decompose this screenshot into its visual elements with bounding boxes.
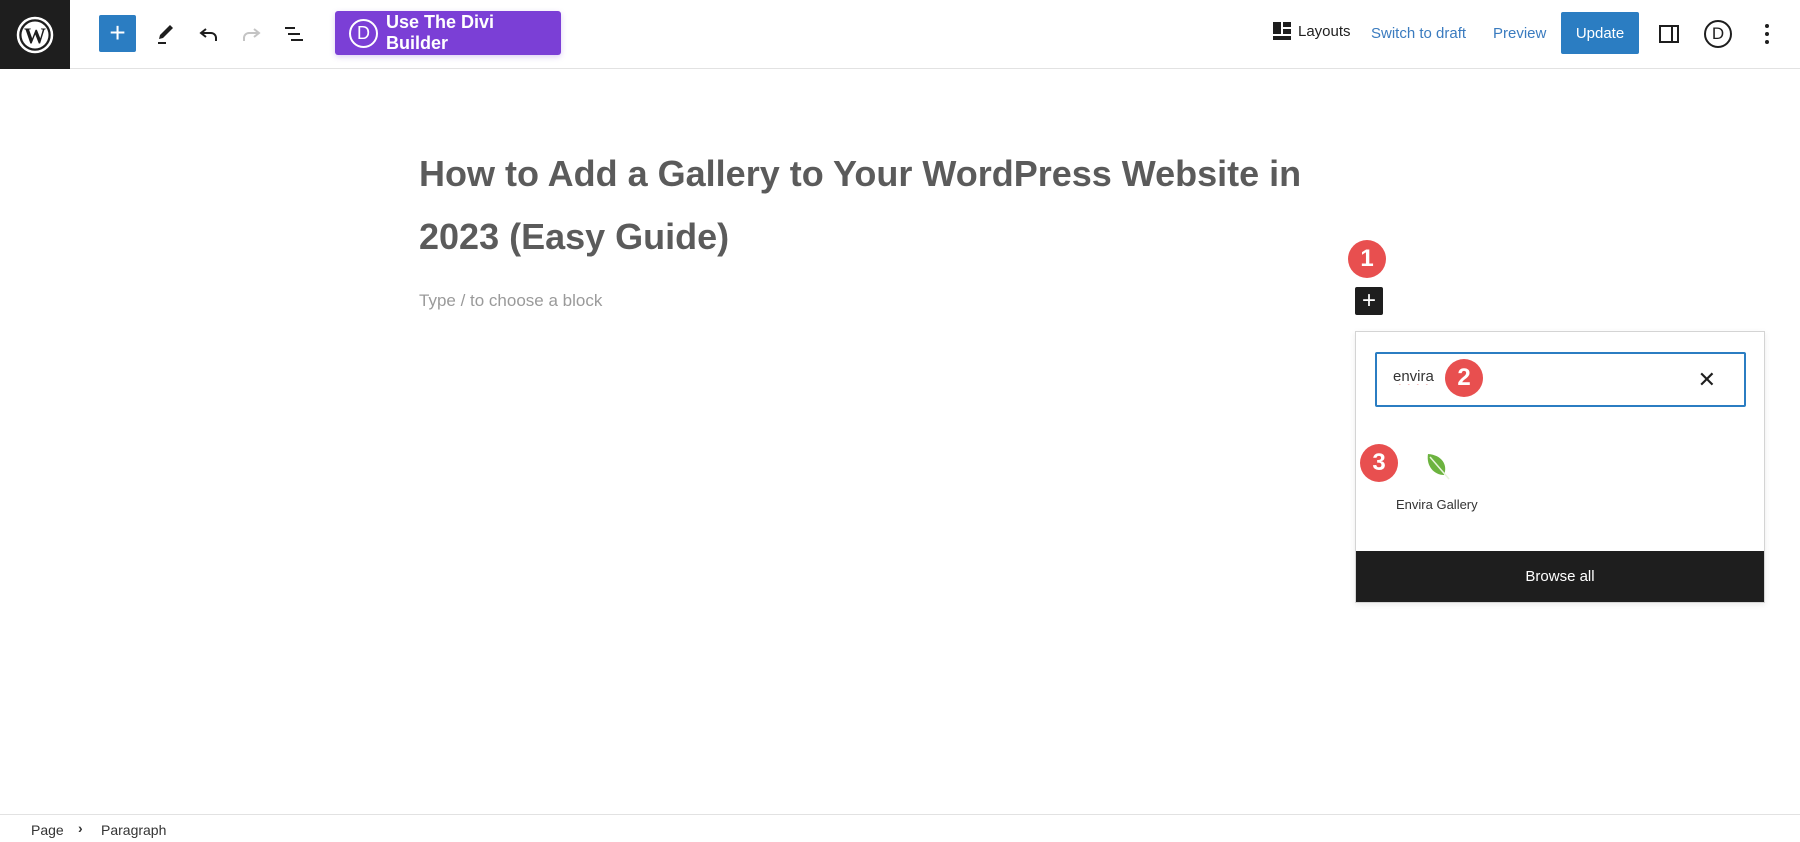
post-title[interactable]: How to Add a Gallery to Your WordPress W… bbox=[419, 142, 1339, 268]
block-search: ✕ bbox=[1375, 352, 1746, 407]
block-placeholder[interactable]: Type / to choose a block bbox=[419, 291, 602, 311]
close-icon: ✕ bbox=[1697, 367, 1716, 392]
divi-icon: D bbox=[349, 18, 378, 48]
svg-text:W: W bbox=[24, 23, 46, 48]
block-search-input[interactable] bbox=[1393, 368, 1643, 385]
divi-settings-button[interactable]: D bbox=[1701, 17, 1735, 51]
undo-icon bbox=[199, 28, 217, 41]
breadcrumb-page[interactable]: Page bbox=[31, 822, 64, 838]
tools-button[interactable] bbox=[148, 17, 182, 51]
breadcrumb-paragraph[interactable]: Paragraph bbox=[101, 822, 166, 838]
block-result-label: Envira Gallery bbox=[1396, 497, 1478, 512]
redo-button[interactable] bbox=[234, 17, 268, 51]
redo-icon bbox=[243, 28, 261, 41]
list-view-icon bbox=[285, 27, 303, 41]
list-view-button[interactable] bbox=[277, 17, 311, 51]
sidebar-icon bbox=[1659, 25, 1679, 43]
block-breadcrumb: Page › Paragraph bbox=[0, 814, 1800, 842]
layouts-icon bbox=[1273, 22, 1291, 40]
clear-search-button[interactable]: ✕ bbox=[1698, 367, 1716, 393]
pencil-icon bbox=[158, 25, 173, 44]
step-badge-2: 2 bbox=[1445, 359, 1483, 397]
layouts-label: Layouts bbox=[1298, 22, 1351, 40]
plus-icon: + bbox=[1361, 287, 1376, 314]
options-menu-button[interactable] bbox=[1750, 17, 1784, 51]
browse-all-button[interactable]: Browse all bbox=[1356, 551, 1764, 602]
leaf-icon bbox=[1427, 454, 1450, 480]
layouts-button[interactable]: Layouts bbox=[1273, 22, 1351, 40]
preview-button[interactable]: Preview bbox=[1493, 25, 1546, 42]
wordpress-icon: W bbox=[16, 16, 54, 53]
wordpress-logo-button[interactable]: W bbox=[0, 0, 70, 69]
settings-sidebar-button[interactable] bbox=[1652, 17, 1686, 51]
divi-circle-icon: D bbox=[1704, 20, 1732, 48]
update-button[interactable]: Update bbox=[1561, 12, 1639, 54]
use-divi-builder-button[interactable]: D Use The Divi Builder bbox=[335, 11, 561, 55]
plus-icon: + bbox=[109, 17, 126, 48]
editor-toolbar: W + D Use The Divi Builder Layouts Switc… bbox=[0, 0, 1800, 69]
divi-button-label: Use The Divi Builder bbox=[386, 12, 495, 53]
switch-to-draft-button[interactable]: Switch to draft bbox=[1371, 25, 1466, 42]
block-inserter-button[interactable]: + bbox=[1355, 287, 1383, 315]
add-block-button[interactable]: + bbox=[99, 15, 136, 52]
chevron-right-icon: › bbox=[78, 820, 83, 836]
step-badge-1: 1 bbox=[1348, 240, 1386, 278]
undo-button[interactable] bbox=[192, 17, 226, 51]
block-inserter-panel: ✕ 2 3 Envira Gallery Browse all bbox=[1355, 331, 1765, 603]
kebab-menu-icon bbox=[1765, 24, 1769, 44]
